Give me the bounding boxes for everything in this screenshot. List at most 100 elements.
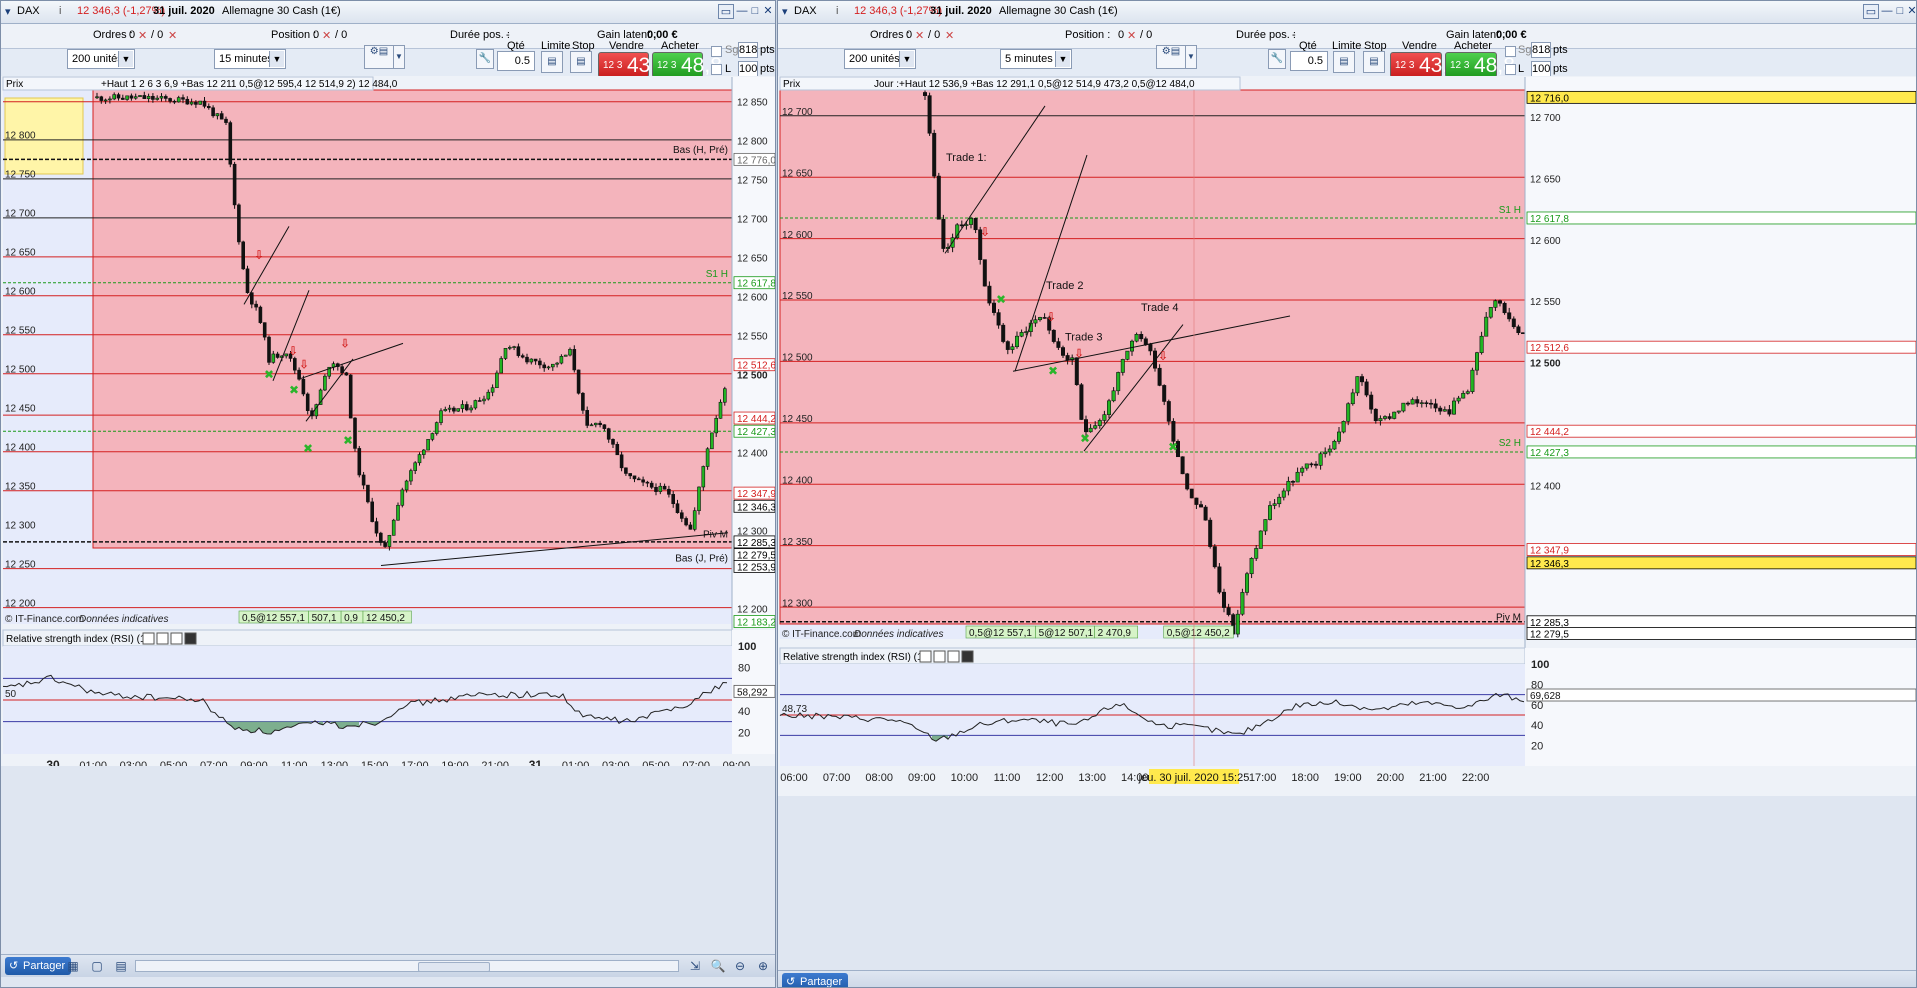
share-button[interactable]: ↺ Partager	[5, 957, 72, 975]
trade-settings-icon[interactable]: 🔧	[476, 49, 494, 69]
stop-order-button[interactable]: ▤	[1363, 51, 1385, 73]
horizontal-scrollbar[interactable]	[135, 960, 679, 972]
price-tag	[1526, 543, 1916, 556]
candle	[710, 432, 714, 450]
x-tick: 09:00	[240, 760, 268, 766]
close-icon[interactable]: ✕	[1904, 4, 1916, 19]
orders-cancel-icon-2[interactable]: ✕	[945, 29, 954, 42]
candle	[189, 101, 194, 105]
restore-icon[interactable]: ▭	[718, 4, 734, 19]
candle	[301, 378, 306, 395]
qty-input[interactable]: 0.5	[1290, 51, 1328, 71]
candle	[1033, 319, 1038, 324]
x-tick: 07:00	[200, 760, 228, 766]
chevron-down-icon: ▼	[1055, 51, 1070, 67]
chart-legend: Jour :+Haut 12 536,9 +Bas 12 291,1 0,5@1…	[874, 79, 1195, 90]
interval-select[interactable]: 5 minutes ▼	[1000, 49, 1072, 69]
limit-order-button[interactable]: ▤	[541, 51, 563, 73]
candle	[581, 392, 585, 411]
candle	[516, 346, 521, 356]
buy-button[interactable]: 12 3 48,8	[652, 52, 722, 78]
units-select[interactable]: 200 unités ▼	[844, 49, 916, 69]
candle	[443, 409, 448, 412]
candle	[267, 336, 271, 363]
chart-tools-dropdown[interactable]: ▼	[394, 45, 405, 69]
orders-cancel-icon[interactable]: ✕	[138, 29, 147, 42]
zoom-region-icon[interactable]: 🔍	[710, 958, 726, 974]
buy-signal-icon: ✖	[289, 383, 299, 397]
price-chart-panel[interactable]: ⇩ ⇩ ⇩ ⇩ ✖ ✖ ✖ ✖ Prix +Haut 1 2 6 3 6,9 +Bas 12 21…	[1, 76, 776, 766]
orders-cancel-icon[interactable]: ✕	[915, 29, 924, 42]
candle	[1235, 613, 1240, 635]
trade-settings-icon[interactable]: 🔧	[1268, 49, 1286, 69]
l-checkbox[interactable]	[1505, 64, 1516, 75]
sell-button[interactable]: 12 3 43,8	[598, 52, 668, 78]
qty-input[interactable]: 0.5	[497, 51, 535, 71]
share-button[interactable]: ↺ Partager	[782, 973, 849, 988]
candle	[297, 369, 301, 380]
price-chart-panel[interactable]: ⇩ ⇩ ⇩ ⇩ ✖ ✖ ✖ ✖ Prix Jour :+Haut 12 536,9 +Bas 12…	[778, 76, 1917, 796]
buy-button[interactable]: 12 3 48,8	[1445, 52, 1515, 78]
restore-icon[interactable]: ▭	[1863, 4, 1879, 19]
zoom-fit-icon[interactable]: ⇲	[687, 958, 703, 974]
candle	[996, 312, 1001, 326]
price-chart-svg[interactable]: ⇩ ⇩ ⇩ ⇩ ✖ ✖ ✖ ✖ Prix Jour :+Haut 12 536,9 +Bas 12…	[778, 76, 1917, 796]
rsi-level-label: 40	[738, 706, 750, 718]
crosshair-toggle-icon[interactable]: ▢	[89, 958, 105, 974]
candle	[1346, 403, 1351, 422]
duration-label: Durée pos. :	[450, 29, 510, 41]
y-tick-left: 12 400	[5, 442, 36, 453]
close-icon[interactable]: ✕	[760, 4, 775, 19]
chart-tools-button[interactable]: ⚙▤	[364, 45, 394, 69]
l-checkbox[interactable]	[711, 64, 722, 75]
stop-order-button[interactable]: ▤	[570, 51, 592, 73]
layout-icon[interactable]: ▦	[65, 958, 81, 974]
limit-order-button[interactable]: ▤	[1333, 51, 1355, 73]
indicators-icon[interactable]: ▤	[113, 958, 129, 974]
zoom-in-icon[interactable]: ⊕	[755, 958, 771, 974]
sell-button[interactable]: 12 3 43,8	[1390, 52, 1460, 78]
zoom-out-icon[interactable]: ⊖	[732, 958, 748, 974]
sg-checkbox[interactable]	[711, 46, 722, 57]
sg-checkbox[interactable]	[1505, 46, 1516, 57]
candle	[645, 481, 650, 484]
price-tag-label: 12 253,9	[737, 562, 776, 573]
sell-price-small: 12 3	[603, 60, 623, 71]
scrollbar-thumb[interactable]	[418, 962, 490, 972]
position-close-icon[interactable]: ✕	[1127, 29, 1136, 42]
price-chart-svg[interactable]: ⇩⇩⇩⇩✖✖✖✖Prix +Haut 1 2 6 3 6,9 +Bas 12 21…	[1, 76, 776, 766]
share-icon: ↺	[786, 976, 796, 988]
buy-signal-icon: ✖	[303, 441, 313, 455]
order-tag-label: 2 470,9	[1098, 628, 1132, 639]
orders-cancel-icon-2[interactable]: ✕	[168, 29, 177, 42]
info-icon[interactable]: i	[836, 5, 838, 17]
candle	[1373, 408, 1378, 422]
window-titlebar[interactable]: ▾ DAX i 12 346,3 (-1,27%) 31 juil. 2020 …	[1, 1, 775, 24]
candle	[619, 454, 624, 469]
l-points-input[interactable]: 100	[738, 61, 758, 77]
trade-annotation: Trade 3	[1065, 332, 1103, 344]
sg-points-input[interactable]: 818	[738, 42, 758, 58]
position-sep: / 0	[335, 29, 348, 41]
candle	[987, 285, 992, 304]
window-menu-icon[interactable]: ▾	[782, 5, 788, 18]
candle	[1111, 390, 1116, 402]
window-titlebar[interactable]: ▾ DAX i 12 346,3 (-1,27%) 31 juil. 2020 …	[778, 1, 1916, 24]
position-close-icon[interactable]: ✕	[322, 29, 331, 42]
sg-points-input[interactable]: 818	[1531, 42, 1551, 58]
candle	[1162, 385, 1167, 402]
window-menu-icon[interactable]: ▾	[5, 5, 11, 18]
units-select[interactable]: 200 unités ▼	[67, 49, 135, 69]
candle	[1189, 488, 1194, 499]
candle	[413, 462, 418, 471]
candle	[1056, 341, 1061, 348]
interval-select[interactable]: 15 minutes ▼	[214, 49, 286, 69]
candle	[550, 363, 555, 368]
candle	[1341, 421, 1346, 433]
chart-tools-dropdown[interactable]: ▼	[1186, 45, 1197, 69]
chart-tools-button[interactable]: ⚙▤	[1156, 45, 1186, 69]
l-points-input[interactable]: 100	[1531, 61, 1551, 77]
minimize-icon	[170, 632, 183, 645]
info-icon[interactable]: i	[59, 5, 61, 17]
y-tick-left: 12 550	[5, 326, 36, 337]
